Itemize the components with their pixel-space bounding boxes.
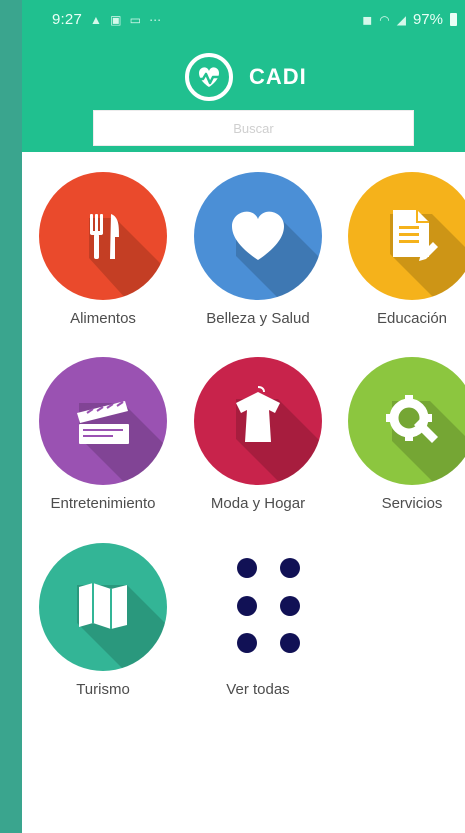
app-screen: 9:27 ▲ ▣ ▭ ⋯ ◼ ◠ ◢ 97% CADI Buscar Alime… bbox=[22, 0, 465, 833]
grid-dot bbox=[280, 596, 300, 616]
turismo-circle bbox=[39, 543, 167, 671]
mail-icon: ▭ bbox=[129, 12, 142, 27]
search-input[interactable]: Buscar bbox=[93, 110, 414, 146]
category-turismo[interactable]: Turismo bbox=[23, 543, 183, 698]
category-label: Belleza y Salud bbox=[206, 310, 310, 327]
category-label: Moda y Hogar bbox=[210, 495, 306, 512]
status-time: 9:27 bbox=[52, 11, 82, 28]
heartbeat-logo-icon bbox=[185, 53, 233, 101]
category-label: Ver todas bbox=[226, 681, 290, 698]
category-educacion[interactable]: Educación bbox=[332, 172, 465, 327]
bottom-strip bbox=[22, 825, 465, 833]
status-right: ◼ ◠ ◢ 97% bbox=[362, 11, 457, 28]
app-header: 9:27 ▲ ▣ ▭ ⋯ ◼ ◠ ◢ 97% CADI Buscar bbox=[22, 0, 465, 152]
clapperboard-icon bbox=[77, 401, 167, 485]
category-label: Servicios bbox=[381, 495, 443, 512]
utensils-icon bbox=[89, 214, 167, 300]
moda-y-hogar-circle bbox=[194, 357, 322, 485]
gear-wrench-icon bbox=[386, 395, 465, 485]
alarm-icon: ◼ bbox=[362, 12, 373, 27]
notification-icon: ▲ bbox=[90, 12, 103, 27]
grid-dot bbox=[280, 633, 300, 653]
entretenimiento-circle bbox=[39, 357, 167, 485]
category-label: Educación bbox=[376, 310, 448, 327]
status-left: 9:27 ▲ ▣ ▭ ⋯ bbox=[52, 11, 161, 28]
wifi-icon: ◠ bbox=[379, 12, 390, 27]
shirt-icon bbox=[236, 386, 322, 485]
belleza-y-salud-circle bbox=[194, 172, 322, 300]
grid-dot bbox=[237, 633, 257, 653]
document-icon bbox=[390, 210, 465, 300]
signal-icon: ◢ bbox=[396, 12, 406, 27]
map-icon bbox=[77, 583, 167, 671]
more-notifications-icon: ⋯ bbox=[149, 12, 162, 27]
heart-icon bbox=[232, 211, 322, 300]
grid-dot bbox=[280, 558, 300, 578]
category-belleza-y-salud[interactable]: Belleza y Salud bbox=[178, 172, 338, 327]
category-label: Entretenimiento bbox=[50, 495, 156, 512]
category-entretenimiento[interactable]: Entretenimiento bbox=[23, 357, 183, 512]
category-moda-y-hogar[interactable]: Moda y Hogar bbox=[178, 357, 338, 512]
grid-dot bbox=[237, 596, 257, 616]
app-brand: CADI bbox=[183, 51, 307, 103]
grid-dot bbox=[237, 558, 257, 578]
category-alimentos[interactable]: Alimentos bbox=[23, 172, 183, 327]
educacion-circle bbox=[348, 172, 465, 300]
category-servicios[interactable]: Servicios bbox=[332, 357, 465, 512]
calendar-icon: ▣ bbox=[110, 12, 122, 27]
battery-icon bbox=[450, 13, 457, 26]
category-label: Alimentos bbox=[70, 310, 136, 327]
category-label: Turismo bbox=[76, 681, 130, 698]
battery-percent: 97% bbox=[412, 11, 443, 28]
servicios-circle bbox=[348, 357, 465, 485]
app-title: CADI bbox=[249, 64, 307, 89]
status-bar: 9:27 ▲ ▣ ▭ ⋯ ◼ ◠ ◢ 97% bbox=[22, 0, 465, 40]
search-placeholder: Buscar bbox=[233, 120, 274, 136]
alimentos-circle bbox=[39, 172, 167, 300]
category-ver-todas[interactable]: Ver todas bbox=[178, 543, 338, 698]
grid-dots-icon bbox=[194, 543, 322, 671]
